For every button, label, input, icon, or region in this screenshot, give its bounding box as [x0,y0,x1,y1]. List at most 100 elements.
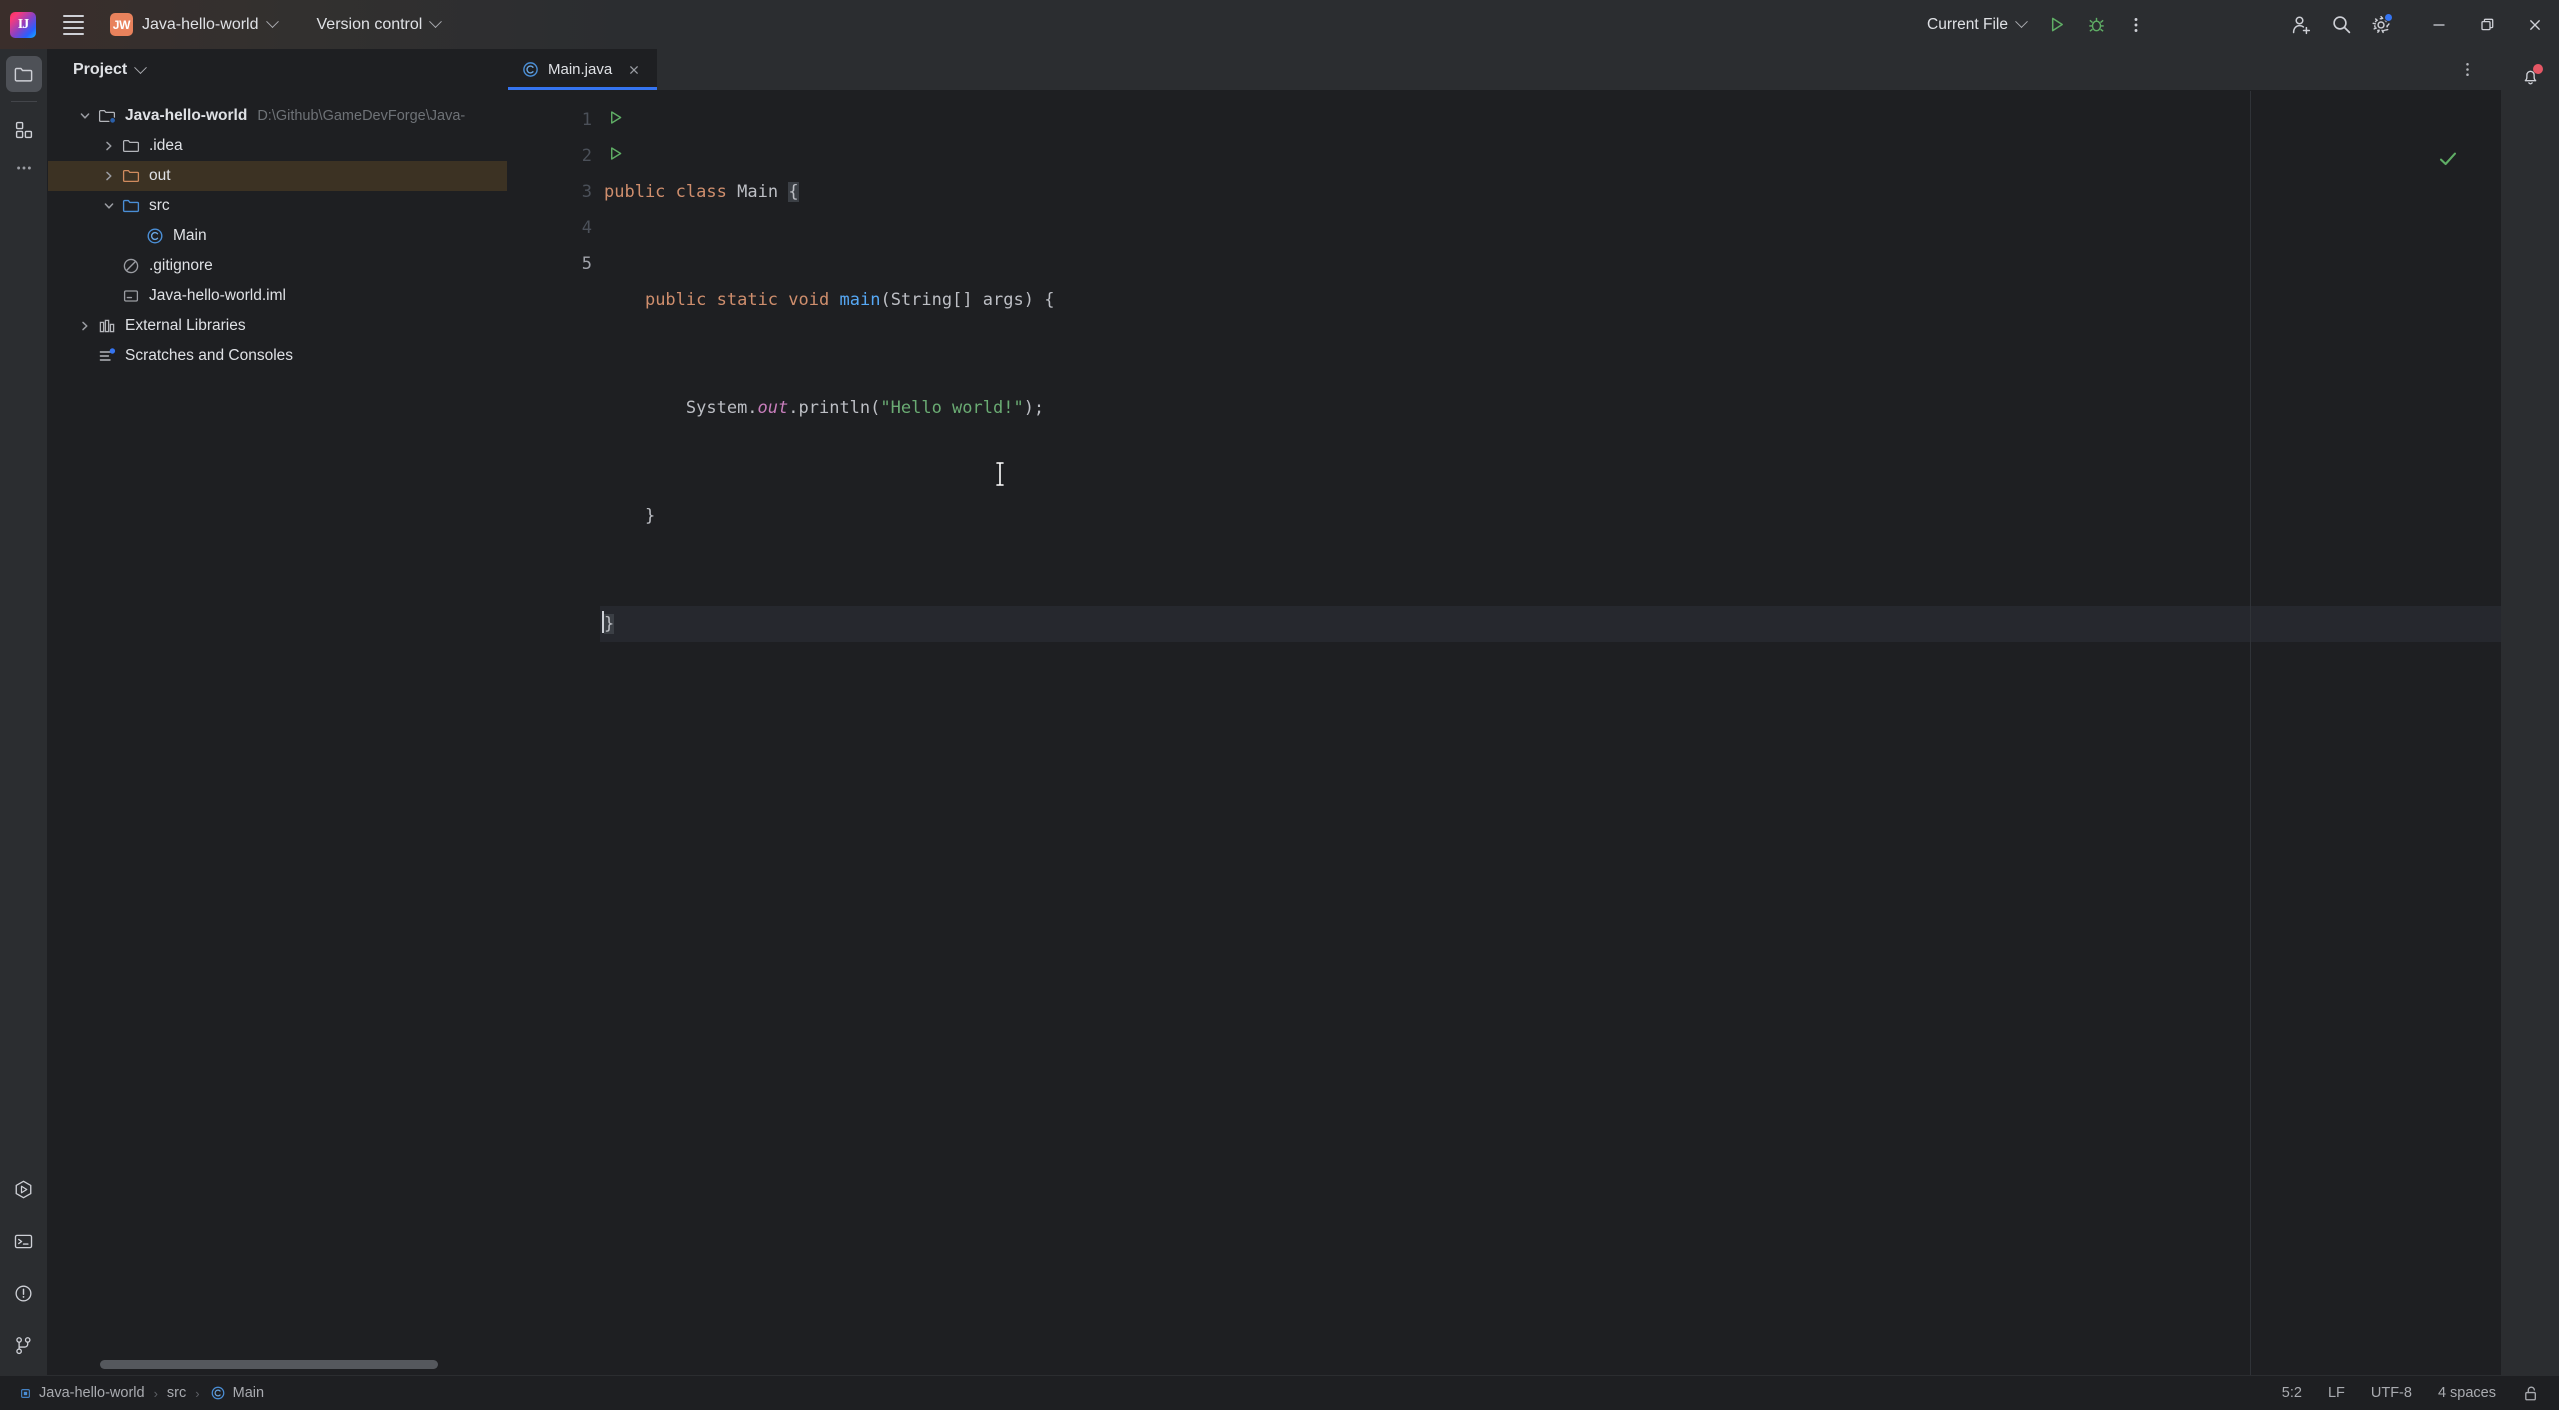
add-account-icon [2292,15,2311,34]
intellij-logo-label: IJ [17,16,29,32]
editor-area: Main.java 1 2 3 4 5 public class Main {… [508,49,2501,1375]
notifications-button[interactable] [2512,58,2548,94]
tree-twisty-right-icon[interactable] [74,319,96,333]
line-number: 5 [581,254,592,274]
tree-item--idea[interactable]: .idea [48,131,507,161]
code-content[interactable]: public class Main { public static void m… [600,91,2501,1375]
gutter-line-1[interactable]: 1 [508,102,622,138]
tree-item-out[interactable]: out [48,161,507,191]
tree-twisty-right-icon[interactable] [98,139,120,153]
run-button[interactable] [2036,5,2076,45]
tree-item-src[interactable]: src [48,191,507,221]
line-separator-widget[interactable]: LF [2328,1385,2345,1401]
folder-excluded-icon [120,167,142,185]
tree-item-scratches-and-consoles[interactable]: Scratches and Consoles [48,341,507,371]
gitignore-icon [120,257,142,275]
project-panel-hscrollbar[interactable] [100,1360,499,1369]
chevron-down-icon [2015,15,2028,29]
run-configuration-selector[interactable]: Current File [1917,11,2036,39]
iml-file-icon [120,287,142,305]
sidebar-item-git[interactable] [6,1327,42,1363]
version-control-widget[interactable]: Version control [309,12,449,38]
token-keyword: void [788,290,830,310]
gutter-line-5[interactable]: 5 [508,246,600,282]
sidebar-item-project[interactable] [5,56,42,92]
project-widget[interactable]: JW Java-hello-world [104,9,287,40]
code-line-2: public static void main(String[] args) { [600,282,2501,318]
sidebar-item-terminal[interactable] [6,1223,42,1259]
maximize-icon [2481,18,2494,30]
sidebar-item-structure[interactable] [6,112,42,148]
maximize-window-button[interactable] [2463,0,2511,49]
close-window-button[interactable] [2511,0,2559,49]
caret-position-widget[interactable]: 5:2 [2282,1385,2302,1401]
intellij-logo-icon: IJ [10,11,36,38]
debug-icon [2088,17,2104,32]
tree-twisty-down-icon[interactable] [98,199,120,213]
title-bar: IJ JW Java-hello-world Version control C… [0,0,2559,49]
sidebar-item-problems[interactable] [6,1275,42,1311]
account-button[interactable] [2281,5,2321,45]
breadcrumb-item[interactable]: Java-hello-world [18,1385,145,1401]
title-bar-left: IJ JW Java-hello-world Version control [0,8,448,42]
left-rail-bottom [6,1171,42,1375]
right-tool-rail [2501,49,2559,1375]
breadcrumb[interactable]: Java-hello-world › src › Main [18,1384,264,1402]
editor-options-button[interactable] [2447,50,2487,90]
notification-badge [2533,64,2543,74]
project-name-label: Java-hello-world [142,15,259,33]
tree-item-main[interactable]: Main [48,221,507,251]
token-string: "Hello world!" [880,398,1024,418]
tree-item-label: Java-hello-world [125,107,248,124]
line-number: 3 [581,182,592,202]
status-bar: Java-hello-world › src › Main 5:2 LF UTF-8 4… [0,1375,2559,1410]
token-brace: } [644,506,656,526]
editor-tab-close-button[interactable] [625,61,643,79]
tree-item-external-libraries[interactable]: External Libraries [48,311,507,341]
tree-twisty-right-icon[interactable] [98,169,120,183]
project-tree[interactable]: Java-hello-world D:\Github\GameDevForge\J… [48,91,507,1375]
project-panel-header[interactable]: Project [48,49,507,91]
tree-item--gitignore[interactable]: .gitignore [48,251,507,281]
java-class-icon [523,62,538,77]
indent-widget[interactable]: 4 spaces [2438,1385,2496,1401]
more-horizontal-icon [16,166,31,170]
settings-button[interactable] [2361,5,2401,45]
search-everywhere-button[interactable] [2321,5,2361,45]
chevron-down-icon [134,60,148,74]
minimize-window-button[interactable] [2415,0,2463,49]
code-line-5: } [600,606,2501,642]
sidebar-item-more[interactable] [6,150,42,186]
tree-item-java-hello-world-iml[interactable]: Java-hello-world.iml [48,281,507,311]
tree-item-label: src [149,197,170,214]
scrollbar-thumb[interactable] [100,1360,438,1369]
breadcrumb-label: src [166,1385,187,1401]
code-editor[interactable]: 1 2 3 4 5 public class Main { public static … [508,91,2501,1375]
hamburger-menu-icon[interactable] [56,8,90,42]
token-punct: ); [1023,398,1045,418]
inspection-status-widget[interactable] [2314,111,2459,219]
sidebar-item-run[interactable] [6,1171,42,1207]
warning-circle-icon [15,1284,32,1302]
editor-tab-main-java[interactable]: Main.java [508,49,658,90]
editor-gutter[interactable]: 1 2 3 4 5 [508,91,622,1375]
token-keyword: public [604,182,666,202]
more-actions-button[interactable] [2116,5,2156,45]
tree-twisty-down-icon[interactable] [74,109,96,123]
tree-item-label: .gitignore [149,257,213,274]
terminal-icon [14,1234,33,1248]
gutter-line-3[interactable]: 3 [508,174,600,210]
tree-item-label: External Libraries [125,317,246,334]
encoding-widget[interactable]: UTF-8 [2371,1385,2412,1401]
line-number: 4 [581,218,592,238]
intellij-window: IJ JW Java-hello-world Version control C… [0,0,2559,1410]
breadcrumb-item[interactable]: src [167,1385,186,1401]
readonly-lock-button[interactable] [2522,1384,2541,1403]
tree-item-java-hello-world[interactable]: Java-hello-world D:\Github\GameDevForge\J… [48,101,507,131]
chevron-down-icon [429,15,443,29]
gutter-line-4[interactable]: 4 [508,210,600,246]
debug-button[interactable] [2076,5,2116,45]
breadcrumb-item[interactable]: Main [209,1384,264,1402]
token-class: System. [685,398,758,418]
gutter-line-2[interactable]: 2 [508,138,622,174]
